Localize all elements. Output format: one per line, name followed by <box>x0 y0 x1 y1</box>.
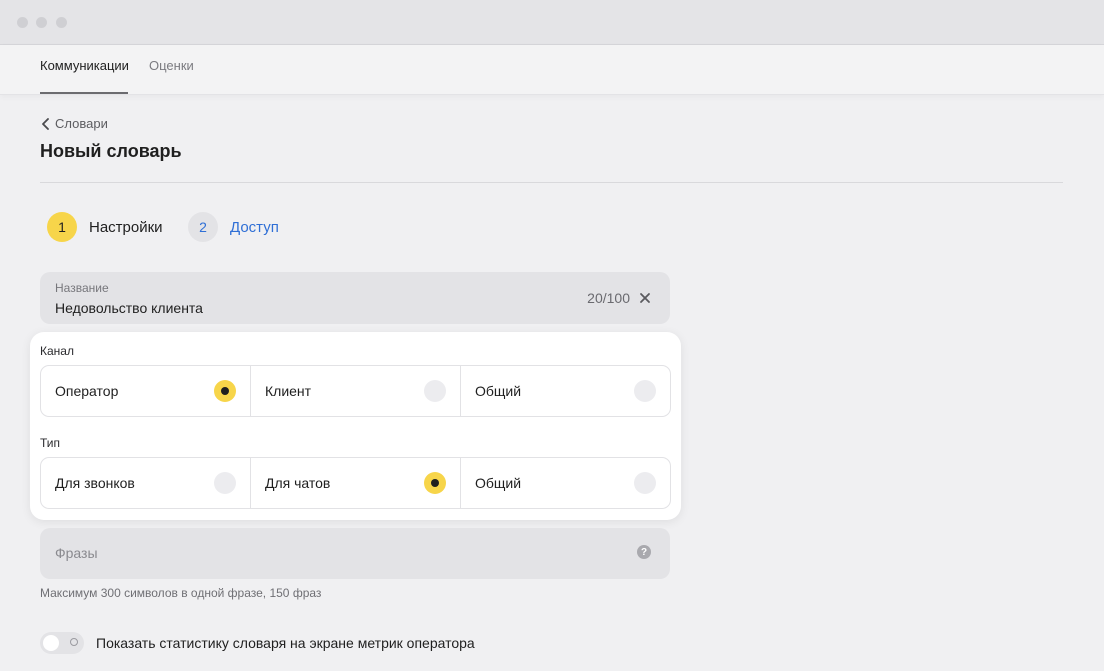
close-icon[interactable] <box>637 290 653 306</box>
type-option-chats[interactable]: Для чатов <box>250 458 460 508</box>
radio-selected[interactable] <box>214 380 236 402</box>
breadcrumb-back-link[interactable]: Словари <box>41 116 108 131</box>
tab-ratings[interactable]: Оценки <box>149 57 194 75</box>
name-field-value[interactable]: Недовольство клиента <box>55 300 203 316</box>
stats-toggle-row: Показать статистику словаря на экране ме… <box>40 632 475 654</box>
window-zoom-dot[interactable] <box>56 17 67 28</box>
type-label: Тип <box>40 436 61 450</box>
step-access[interactable]: 2 Доступ <box>188 212 279 242</box>
radio-unselected[interactable] <box>634 380 656 402</box>
window-minimize-dot[interactable] <box>36 17 47 28</box>
page-title: Новый словарь <box>40 141 182 161</box>
stats-toggle-label: Показать статистику словаря на экране ме… <box>96 635 475 651</box>
channel-option-operator[interactable]: Оператор <box>41 366 250 416</box>
step-settings[interactable]: 1 Настройки <box>47 212 163 242</box>
active-tab-indicator <box>40 92 128 94</box>
name-field-label: Название <box>55 281 109 295</box>
channel-label: Канал <box>40 344 74 358</box>
step-label: Доступ <box>230 218 279 236</box>
type-option-common[interactable]: Общий <box>460 458 670 508</box>
phrases-input[interactable]: Фразы ? <box>40 528 670 579</box>
tab-communications[interactable]: Коммуникации <box>40 57 129 75</box>
radio-unselected[interactable] <box>424 380 446 402</box>
radio-unselected[interactable] <box>634 472 656 494</box>
type-option-calls[interactable]: Для звонков <box>41 458 250 508</box>
character-counter: 20/100 <box>587 290 630 306</box>
step-number-badge: 1 <box>47 212 77 242</box>
channel-option-common[interactable]: Общий <box>460 366 670 416</box>
name-field[interactable]: Название Недовольство клиента 20/100 <box>40 272 670 324</box>
top-nav: Коммуникации Оценки <box>0 45 1104 95</box>
window-titlebar <box>0 0 1104 45</box>
option-label: Для чатов <box>265 475 331 491</box>
stats-toggle[interactable] <box>40 632 84 654</box>
type-selector: Для звонков Для чатов Общий <box>40 457 671 509</box>
help-icon[interactable]: ? <box>637 545 651 559</box>
option-label: Клиент <box>265 383 312 399</box>
channel-option-client[interactable]: Клиент <box>250 366 460 416</box>
radio-selected[interactable] <box>424 472 446 494</box>
option-label: Оператор <box>55 383 119 399</box>
toggle-off-indicator-icon <box>70 638 78 646</box>
step-number-badge: 2 <box>188 212 218 242</box>
option-label: Общий <box>475 475 522 491</box>
window-close-dot[interactable] <box>17 17 28 28</box>
phrases-hint: Максимум 300 символов в одной фразе, 150… <box>40 586 322 600</box>
radio-unselected[interactable] <box>214 472 236 494</box>
channel-selector: Оператор Клиент Общий <box>40 365 671 417</box>
header-divider <box>40 182 1063 183</box>
breadcrumb-label: Словари <box>55 116 108 131</box>
toggle-knob <box>43 635 59 651</box>
phrases-placeholder: Фразы <box>55 545 98 561</box>
options-card: Канал Оператор Клиент Общий Тип Для звон… <box>30 332 681 520</box>
step-label: Настройки <box>89 218 163 236</box>
option-label: Для звонков <box>55 475 135 491</box>
chevron-left-icon <box>42 117 49 130</box>
option-label: Общий <box>475 383 522 399</box>
